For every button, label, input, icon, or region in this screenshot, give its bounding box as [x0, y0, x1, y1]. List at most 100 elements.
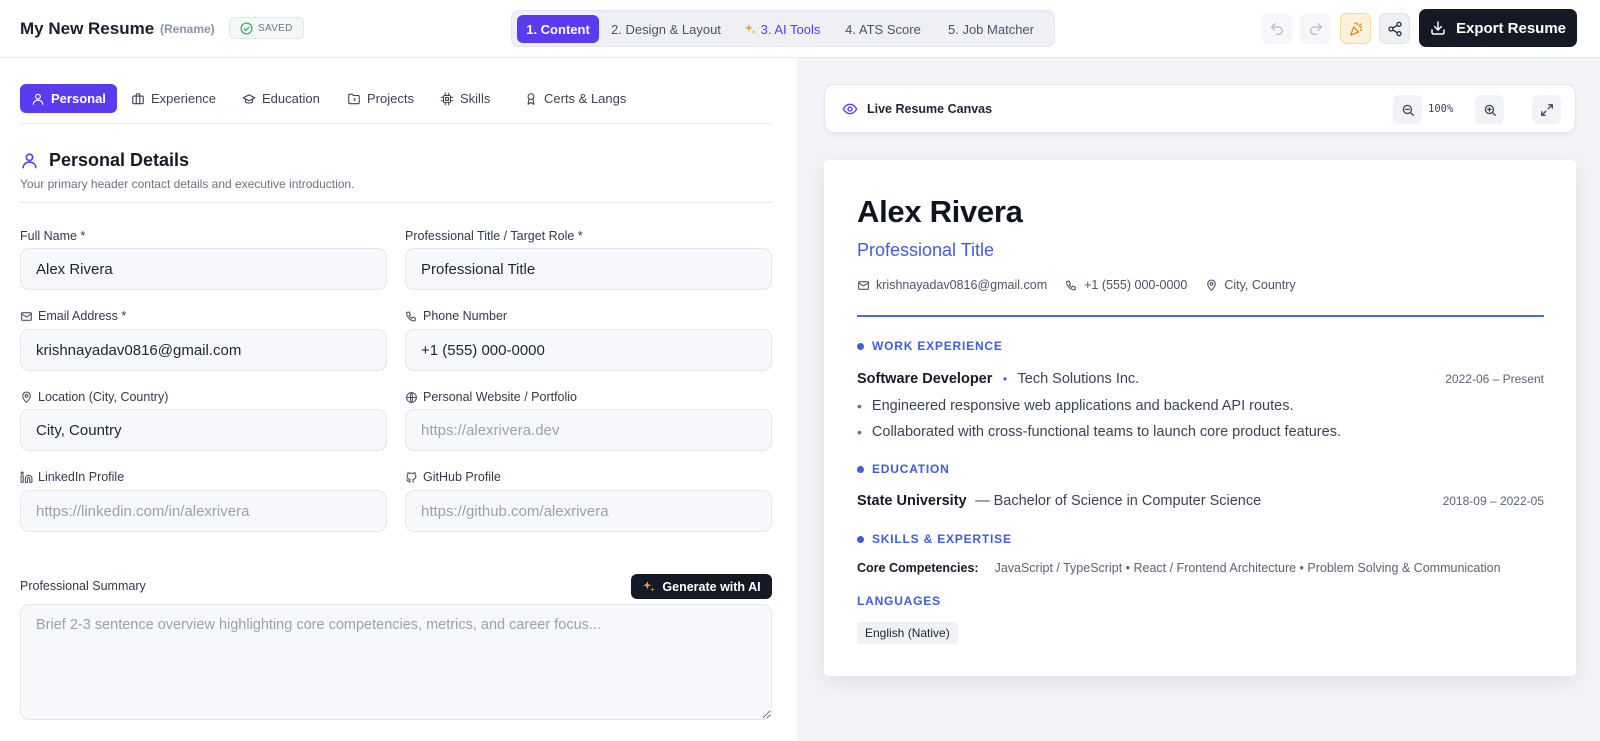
- step-content[interactable]: 1. Content: [517, 15, 599, 43]
- resume-phone: +1 (555) 000-0000: [1065, 278, 1187, 292]
- location-input[interactable]: [20, 409, 387, 451]
- award-icon: [527, 92, 535, 105]
- tab-personal-label: Personal: [51, 91, 106, 106]
- tab-experience-label: Experience: [151, 91, 217, 106]
- job-bullets: Engineered responsive web applications a…: [857, 393, 1341, 445]
- briefcase-icon: [132, 92, 144, 104]
- heading-bullet: [857, 465, 864, 473]
- sparkles-icon: [643, 580, 655, 592]
- languages-heading: LANGUAGES: [857, 594, 941, 608]
- professional-title-input[interactable]: [405, 248, 772, 290]
- fullscreen-button[interactable]: [1532, 95, 1561, 124]
- section-divider: [20, 202, 772, 203]
- full-name-label-text: Full Name *: [20, 229, 86, 243]
- tab-education-label: Education: [262, 91, 320, 106]
- generate-with-ai-button[interactable]: Generate with AI: [631, 574, 772, 599]
- editor-panel: Personal Experience Education Projects S…: [0, 58, 797, 741]
- summary-label: Professional Summary: [20, 579, 146, 593]
- resume-header-rule: [857, 315, 1544, 317]
- skills-value: JavaScript / TypeScript • React / Fronte…: [994, 561, 1501, 575]
- tab-certs-langs[interactable]: Certs & Langs: [513, 84, 637, 113]
- sparkles-icon: [744, 23, 756, 34]
- skills-heading: SKILLS & EXPERTISE: [857, 532, 1012, 546]
- party-popper-icon: [1349, 21, 1362, 36]
- undo-icon: [1270, 22, 1283, 35]
- job-role: Software Developer: [857, 371, 993, 387]
- undo-button[interactable]: [1261, 13, 1292, 44]
- website-label: Personal Website / Portfolio: [405, 390, 577, 404]
- heading-bullet: [857, 342, 864, 350]
- celebrate-button[interactable]: [1340, 13, 1371, 44]
- step-design-label: 2. Design & Layout: [611, 21, 721, 37]
- zoom-out-button[interactable]: [1393, 95, 1422, 124]
- zoom-level: 100%: [1428, 103, 1454, 115]
- resume-email: krishnayadav0816@gmail.com: [857, 278, 1047, 292]
- education-entry: State University — Bachelor of Science i…: [857, 492, 1544, 510]
- step-ats-score[interactable]: 4. ATS Score: [839, 15, 927, 43]
- github-label: GitHub Profile: [405, 470, 501, 484]
- step-job-label: 5. Job Matcher: [948, 21, 1034, 37]
- summary-textarea[interactable]: [20, 604, 772, 720]
- skills-row: Core Competencies: JavaScript / TypeScri…: [857, 561, 1501, 575]
- job-bullet: Engineered responsive web applications a…: [857, 393, 1341, 419]
- work-experience-heading-text: WORK EXPERIENCE: [872, 339, 1003, 353]
- graduation-cap-icon: [242, 93, 256, 104]
- heading-bullet: [857, 535, 864, 543]
- skills-key: Core Competencies:: [857, 561, 979, 575]
- github-label-text: GitHub Profile: [423, 470, 501, 484]
- tab-certs-label: Certs & Langs: [544, 91, 627, 106]
- user-icon: [32, 93, 44, 105]
- map-pin-icon: [22, 391, 31, 403]
- tab-projects-label: Projects: [367, 91, 414, 106]
- tab-projects[interactable]: Projects: [336, 84, 425, 113]
- phone-label-text: Phone Number: [423, 309, 508, 323]
- tab-skills-label: Skills: [460, 91, 491, 106]
- location-label: Location (City, Country): [20, 390, 168, 404]
- download-icon: [1431, 21, 1445, 35]
- education-heading-text: EDUCATION: [872, 462, 950, 476]
- step-job-matcher[interactable]: 5. Job Matcher: [936, 15, 1046, 43]
- export-resume-button[interactable]: Export Resume: [1419, 9, 1577, 47]
- education-heading: EDUCATION: [857, 462, 950, 476]
- github-input[interactable]: [405, 490, 772, 532]
- eye-icon: [842, 103, 858, 115]
- resume-name: Alex Rivera: [857, 194, 1023, 229]
- website-label-text: Personal Website / Portfolio: [423, 390, 578, 404]
- email-label: Email Address *: [20, 309, 126, 323]
- redo-button[interactable]: [1300, 13, 1331, 44]
- job-dates: 2022-06 – Present: [1445, 372, 1544, 386]
- phone-input[interactable]: [405, 329, 772, 371]
- full-name-input[interactable]: [20, 248, 387, 290]
- redo-icon: [1309, 22, 1322, 35]
- zoom-in-icon: [1484, 104, 1496, 116]
- tab-education[interactable]: Education: [231, 84, 331, 113]
- email-input[interactable]: [20, 329, 387, 371]
- tab-skills[interactable]: Skills: [429, 84, 501, 113]
- rename-link[interactable]: (Rename): [160, 22, 215, 36]
- skills-heading-text: SKILLS & EXPERTISE: [872, 532, 1012, 546]
- location-label-text: Location (City, Country): [38, 390, 169, 404]
- linkedin-input[interactable]: [20, 490, 387, 532]
- languages-heading-text: LANGUAGES: [857, 594, 941, 608]
- share-button[interactable]: [1379, 13, 1410, 44]
- resume-page: Alex Rivera Professional Title krishnaya…: [824, 160, 1576, 676]
- user-icon: [22, 153, 37, 169]
- work-experience-heading: WORK EXPERIENCE: [857, 339, 1003, 353]
- tab-personal[interactable]: Personal: [20, 84, 117, 113]
- phone-icon: [406, 311, 416, 321]
- zoom-in-button[interactable]: [1475, 95, 1504, 124]
- step-ai-tools[interactable]: 3. AI Tools: [736, 15, 828, 43]
- tab-experience[interactable]: Experience: [120, 84, 227, 113]
- map-pin-icon: [1207, 279, 1217, 291]
- job-company: Tech Solutions Inc.: [1017, 371, 1140, 387]
- check-circle-icon: [240, 21, 253, 35]
- mail-icon: [858, 280, 869, 290]
- top-bar: My New Resume (Rename) SAVED 1. Content …: [0, 0, 1600, 58]
- linkedin-label-text: LinkedIn Profile: [38, 470, 125, 484]
- website-input[interactable]: [405, 409, 772, 451]
- step-design-layout[interactable]: 2. Design & Layout: [606, 15, 726, 43]
- linkedin-label: LinkedIn Profile: [20, 470, 124, 484]
- resume-location-text: City, Country: [1224, 278, 1296, 292]
- resume-phone-text: +1 (555) 000-0000: [1084, 278, 1188, 292]
- degree-name: — Bachelor of Science in Computer Scienc…: [975, 493, 1262, 509]
